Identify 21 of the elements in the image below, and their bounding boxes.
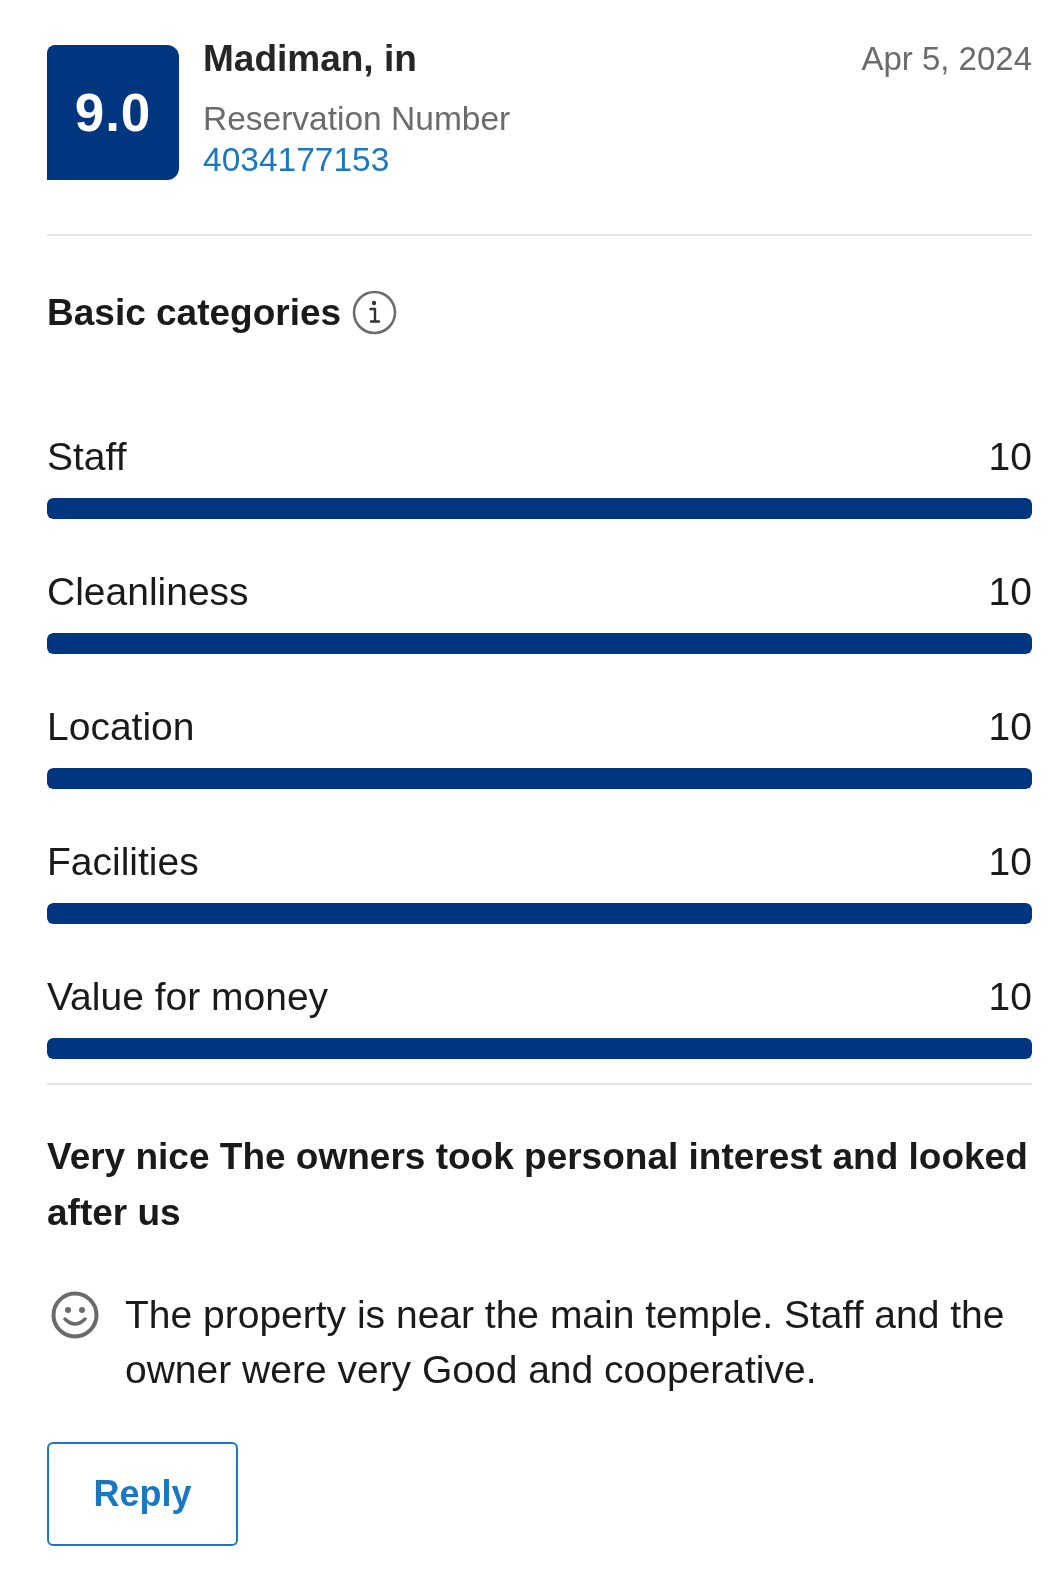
category-score: 10 bbox=[988, 840, 1032, 884]
review-title: Very nice The owners took personal interest and looked after us bbox=[47, 1135, 1029, 1235]
guest-name: Madiman, in bbox=[203, 37, 417, 81]
category-name: Location bbox=[47, 705, 195, 749]
category-name: Value for money bbox=[47, 975, 329, 1019]
category-score: 10 bbox=[988, 705, 1032, 749]
section-title: Basic categories bbox=[47, 290, 342, 335]
reservation-label: Reservation Number bbox=[203, 99, 511, 139]
category-name: Cleanliness bbox=[47, 570, 249, 614]
review-date: Apr 5, 2024 bbox=[861, 39, 1032, 79]
reservation-number-link[interactable]: 4034177153 bbox=[203, 139, 390, 180]
category-score: 10 bbox=[988, 570, 1032, 614]
category-score: 10 bbox=[988, 975, 1032, 1019]
info-icon[interactable] bbox=[352, 290, 398, 335]
category-name: Staff bbox=[47, 435, 127, 479]
review-score: 9.0 bbox=[47, 45, 179, 180]
category-score: 10 bbox=[988, 435, 1032, 479]
smiley-face-icon bbox=[51, 1291, 99, 1339]
review-text: The property is near the main temple. Staff and the owner were very Good and cooperative. bbox=[125, 1292, 1006, 1393]
reply-button[interactable]: Reply bbox=[47, 1442, 238, 1546]
category-name: Facilities bbox=[47, 840, 199, 884]
